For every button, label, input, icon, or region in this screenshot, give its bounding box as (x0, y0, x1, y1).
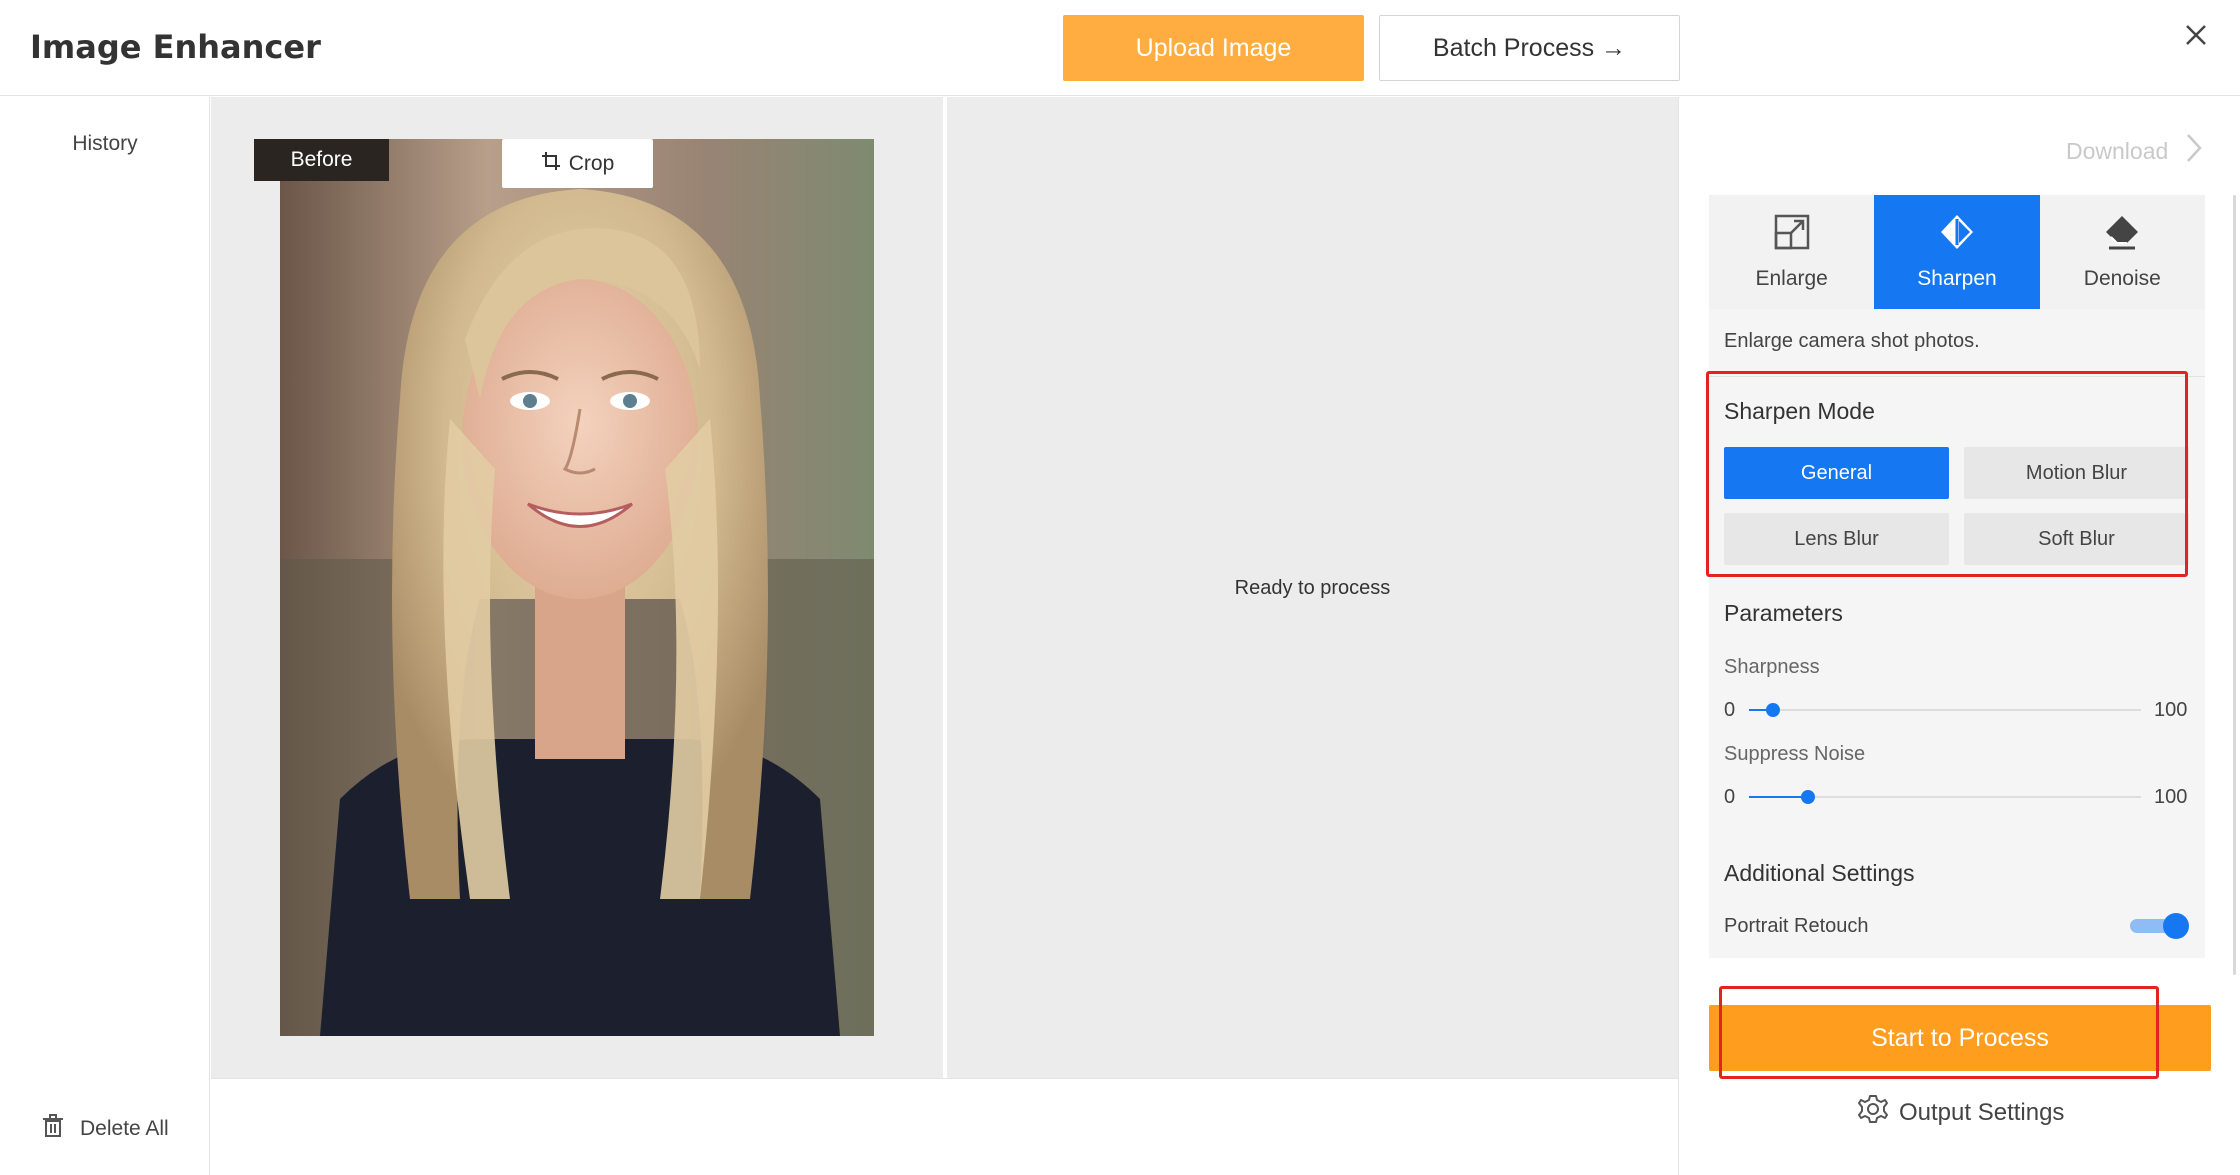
slider-track (1749, 709, 2141, 711)
before-badge: Before (254, 139, 389, 181)
tab-enlarge-label: Enlarge (1755, 267, 1828, 290)
gear-icon (1857, 1093, 1889, 1132)
history-sidebar: History Delete All (0, 97, 210, 1175)
slider-fill (1749, 796, 1808, 798)
tab-denoise[interactable]: Denoise (2039, 195, 2205, 309)
sharpen-mode-title: Sharpen Mode (1724, 398, 1875, 424)
divider (1709, 376, 2205, 377)
output-settings-button[interactable]: Output Settings (1857, 1093, 2064, 1132)
tab-sharpen[interactable]: Sharpen (1874, 195, 2040, 309)
delete-all-button[interactable]: Delete All (40, 1113, 169, 1145)
eraser-icon (2103, 213, 2141, 257)
before-pane: Before Crop (211, 97, 943, 1078)
canvas-footer (211, 1078, 1678, 1175)
suppress-noise-max: 100 (2154, 786, 2188, 808)
trash-icon (40, 1113, 66, 1145)
tab-enlarge[interactable]: Enlarge (1709, 195, 1875, 309)
mode-motion-blur-button[interactable]: Motion Blur (1964, 447, 2189, 499)
portrait-retouch-toggle[interactable] (2130, 913, 2190, 939)
sharpness-min: 0 (1724, 699, 1736, 721)
sharpness-max: 100 (2154, 699, 2188, 721)
additional-settings-title: Additional Settings (1724, 860, 1915, 886)
tab-denoise-label: Denoise (2083, 267, 2161, 290)
start-to-process-button[interactable]: Start to Process (1709, 1005, 2211, 1071)
suppress-noise-min: 0 (1724, 786, 1736, 808)
crop-label: Crop (568, 151, 615, 175)
tab-sharpen-label: Sharpen (1917, 267, 1997, 290)
image-canvas: Before Crop Ready to process (211, 97, 1678, 1078)
sharpen-icon (1938, 213, 1976, 257)
batch-process-button[interactable]: Batch Process → (1379, 15, 1680, 81)
mode-soft-blur-button[interactable]: Soft Blur (1964, 513, 2189, 565)
mode-description: Enlarge camera shot photos. (1724, 330, 1980, 352)
ready-status: Ready to process (1234, 577, 1391, 599)
delete-all-label: Delete All (80, 1117, 169, 1140)
panel-scrollbar[interactable] (2233, 195, 2236, 975)
sharpness-slider[interactable] (1749, 700, 2141, 720)
parameters-title: Parameters (1724, 600, 1843, 626)
toggle-thumb (2163, 913, 2189, 939)
chevron-right-icon (2184, 132, 2204, 170)
history-title: History (72, 132, 138, 155)
enlarge-icon (1773, 213, 1811, 257)
crop-button[interactable]: Crop (502, 139, 653, 188)
portrait-photo (280, 139, 874, 1036)
mode-general-button[interactable]: General (1724, 447, 1949, 499)
suppress-noise-label: Suppress Noise (1724, 743, 1866, 765)
slider-thumb[interactable] (1800, 790, 1815, 804)
download-button[interactable]: Download (2066, 132, 2204, 170)
portrait-retouch-label: Portrait Retouch (1724, 915, 1869, 937)
enhance-mode-tabs: Enlarge Sharpen Denoise (1709, 195, 2205, 309)
slider-thumb[interactable] (1765, 703, 1780, 717)
output-settings-label: Output Settings (1899, 1098, 2065, 1126)
upload-image-button[interactable]: Upload Image (1063, 15, 1364, 81)
close-icon[interactable] (2178, 17, 2214, 53)
sharpness-label: Sharpness (1724, 656, 1820, 678)
crop-icon (541, 151, 561, 177)
top-bar: Image Enhancer Upload Image Batch Proces… (0, 0, 2240, 96)
mode-lens-blur-button[interactable]: Lens Blur (1724, 513, 1949, 565)
download-label: Download (2066, 137, 2169, 164)
suppress-noise-slider[interactable] (1749, 787, 2141, 807)
after-pane: Ready to process (947, 97, 1678, 1078)
app-title: Image Enhancer (30, 28, 321, 66)
